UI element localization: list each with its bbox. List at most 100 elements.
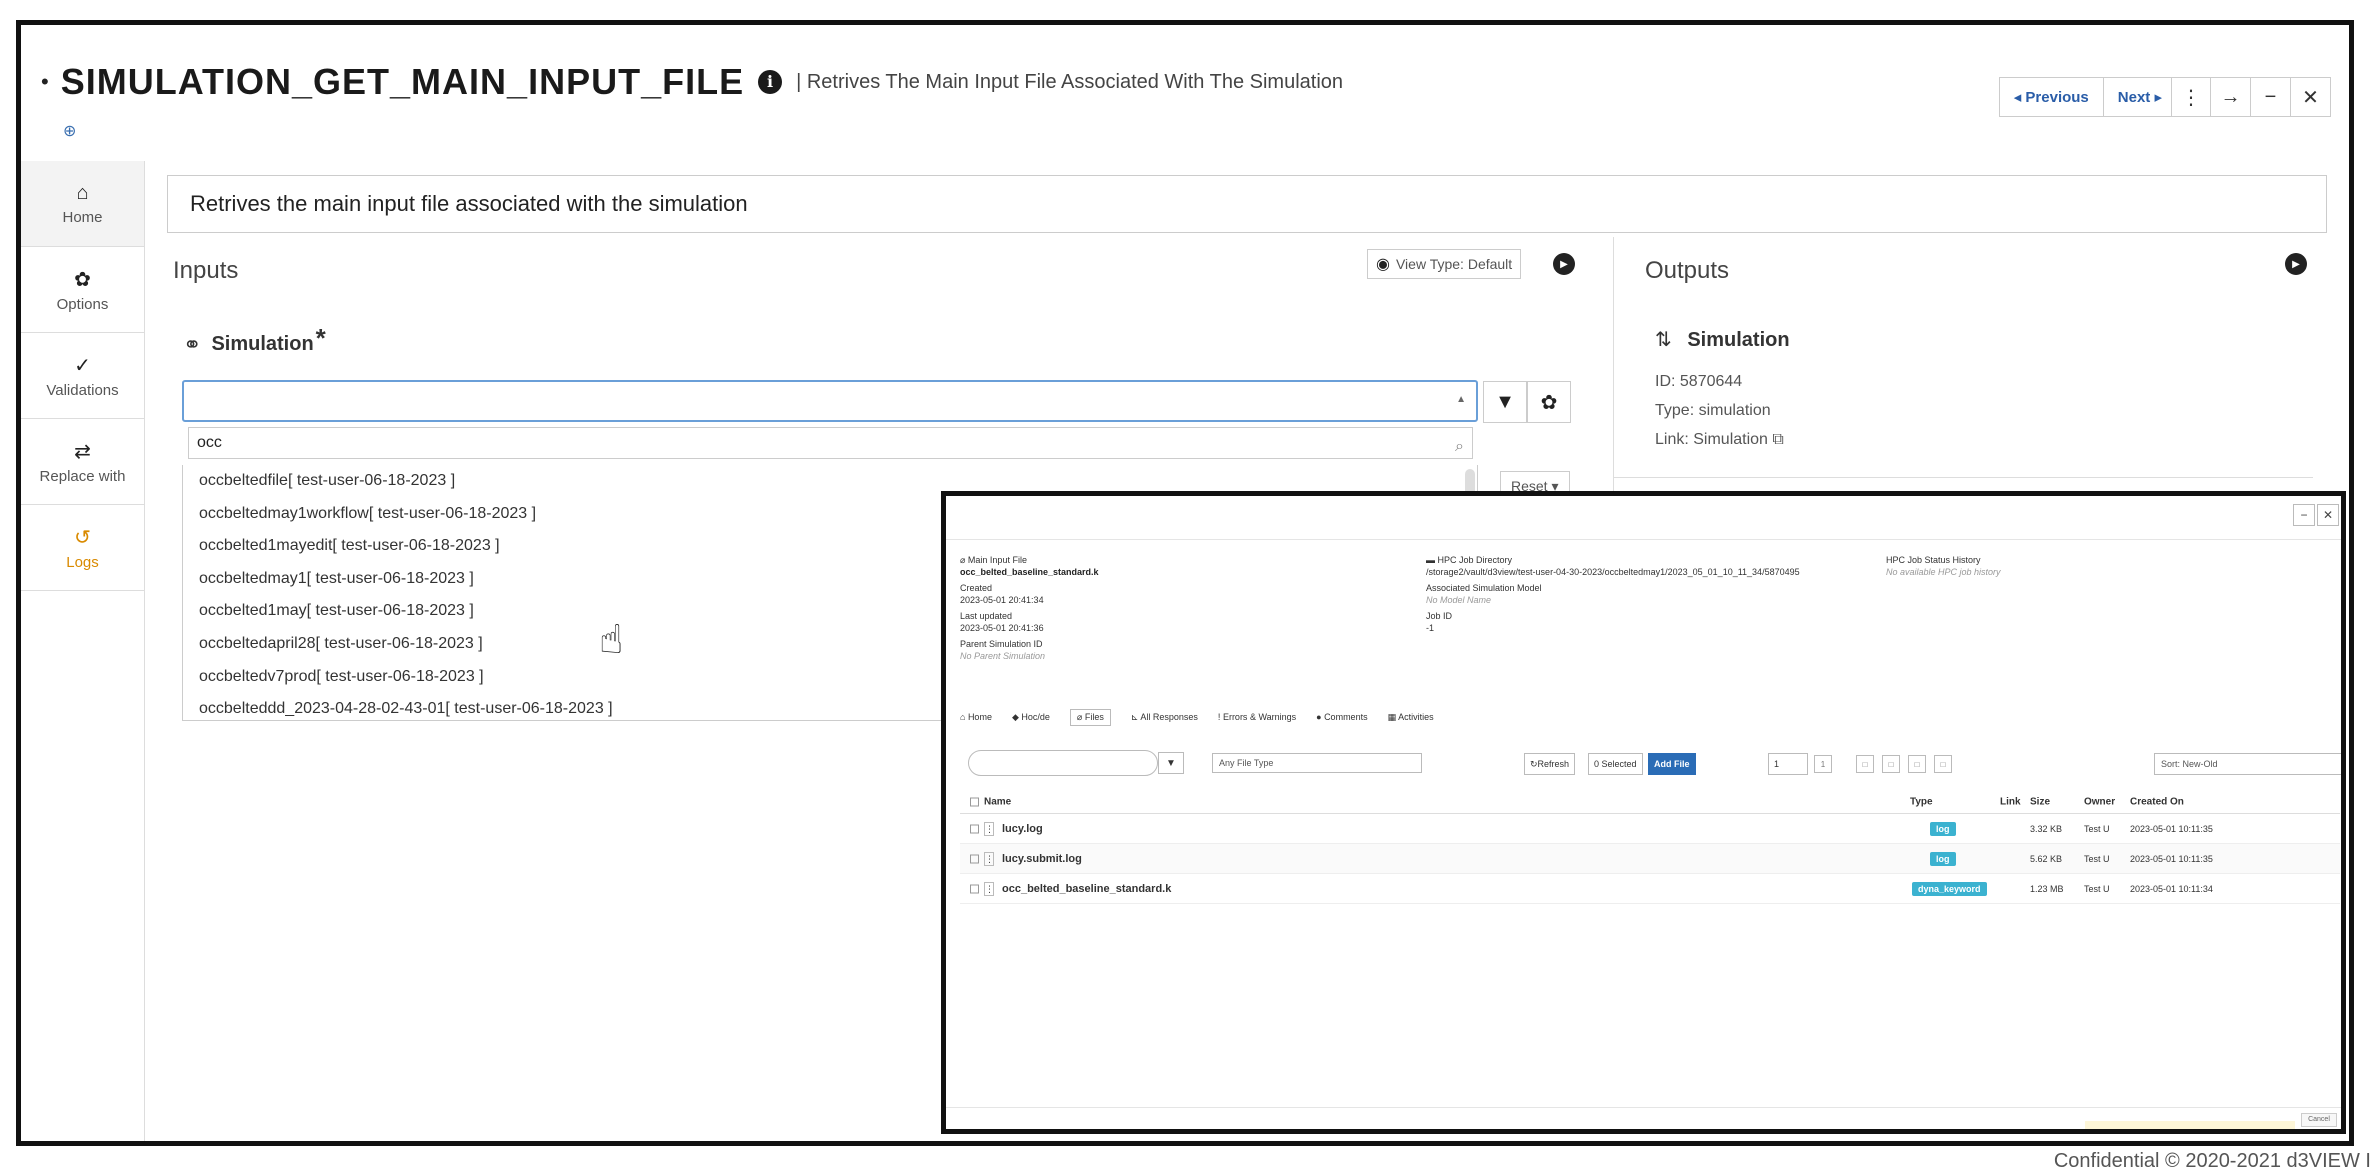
row-checkbox[interactable] [970, 854, 979, 863]
page-number-input[interactable]: 1 [1768, 753, 1808, 775]
paperclip-icon: ⌀ [960, 555, 968, 565]
jobid-label: Job ID [1426, 611, 1453, 621]
view-mode-icon[interactable]: □ [1934, 755, 1952, 773]
col-type[interactable]: Type [1910, 796, 1933, 807]
files-search-input[interactable] [968, 750, 1158, 776]
play-icon[interactable]: ▶ [1553, 253, 1575, 275]
simulation-search-input[interactable]: occ ⌕ [188, 427, 1473, 459]
arrow-right-icon[interactable]: → [2211, 77, 2251, 117]
select-all-checkbox[interactable] [970, 797, 979, 806]
table-row[interactable]: ⋮ lucy.submit.log log 5.62 KB Test U 202… [960, 844, 2340, 874]
pager: ◂ Previous Next ▸ [1998, 77, 2177, 117]
assoc-label: Associated Simulation Model [1426, 583, 1542, 593]
main-input-meta: ⌀ Main Input File occ_belted_baseline_st… [960, 554, 1099, 662]
file-name[interactable]: lucy.submit.log [1002, 853, 1082, 865]
sidebar-item-logs[interactable]: ↺ Logs [21, 505, 144, 591]
created-value: 2023-05-01 20:41:34 [960, 595, 1044, 605]
link-icon: ⚭ [183, 331, 202, 357]
file-created: 2023-05-01 10:11:35 [2130, 823, 2213, 834]
description-bar: Retrives the main input file associated … [167, 175, 2327, 233]
sidebar-item-label: Validations [46, 381, 119, 399]
search-dropdown-button[interactable]: ▼ [1158, 752, 1184, 774]
col-link[interactable]: Link [2000, 796, 2021, 807]
updated-label: Last updated [960, 611, 1013, 621]
file-size: 5.62 KB [2030, 853, 2063, 864]
tab-all-responses[interactable]: ⊾ All Responses [1131, 712, 1198, 726]
tab-hocde[interactable]: ◆ Hoc/de [1012, 712, 1050, 726]
view-type-button[interactable]: ◉ View Type: Default [1367, 249, 1522, 279]
selected-count-button[interactable]: 0 Selected [1588, 753, 1643, 775]
tab-label: Activities [1398, 712, 1434, 722]
tab-home[interactable]: ⌂ Home [960, 712, 992, 726]
add-file-button[interactable]: Add File [1648, 753, 1696, 775]
version-icon[interactable]: ⊕ [63, 121, 76, 141]
files-toolbar: ▼ Any File Type ↻ Refresh 0 Selected Add… [968, 750, 2341, 776]
tag-icon: ◆ [1011, 712, 1022, 722]
refresh-icon: ↻ [1530, 758, 1538, 769]
view-mode-icon[interactable]: □ [1908, 755, 1926, 773]
filter-icon: ▼ [1495, 390, 1515, 413]
minimize-icon[interactable]: − [2251, 77, 2291, 117]
notice-strip [2085, 1121, 2295, 1129]
file-owner: Test U [2084, 823, 2110, 834]
col-name[interactable]: Name [984, 796, 1011, 807]
simulation-select[interactable]: ▲ [182, 380, 1478, 422]
col-size[interactable]: Size [2030, 796, 2050, 807]
col-owner[interactable]: Owner [2084, 796, 2115, 807]
gear-icon: ✿ [74, 268, 91, 291]
check-icon: ✓ [74, 354, 91, 377]
previous-button[interactable]: ◂ Previous [1998, 77, 2104, 117]
tab-comments[interactable]: ● Comments [1316, 712, 1367, 726]
chart-icon: ⊾ [1130, 712, 1141, 722]
sidebar: ⌂ Home ✿ Options ✓ Validations ⇄ Replace… [21, 161, 145, 1141]
row-menu-icon[interactable]: ⋮ [984, 851, 994, 866]
home-icon: ⌂ [960, 712, 968, 722]
tab-label: Home [967, 712, 992, 722]
file-type-badge: log [1930, 821, 1956, 836]
filter-button[interactable]: ▼ [1483, 381, 1527, 423]
detail-tabs: ⌂ Home ◆ Hoc/de ⌀ Files ⊾ All Responses … [960, 709, 1454, 726]
tab-activities[interactable]: ▦ Activities [1388, 712, 1434, 726]
settings-button[interactable]: ✿ [1527, 381, 1571, 423]
output-link[interactable]: Link: Simulation ⧉ [1655, 431, 1784, 449]
col-created-on[interactable]: Created On [2130, 796, 2184, 807]
sidebar-item-validations[interactable]: ✓ Validations [21, 333, 144, 419]
created-label: Created [960, 583, 993, 593]
next-button[interactable]: Next ▸ [2103, 77, 2177, 117]
close-icon[interactable]: ✕ [2317, 504, 2339, 526]
sidebar-item-replace-with[interactable]: ⇄ Replace with [21, 419, 144, 505]
sort-select[interactable]: Sort: New-Old [2154, 753, 2341, 775]
sidebar-item-label: Home [62, 208, 103, 226]
sort-arrows-icon: ⇅ [1655, 329, 1672, 351]
hpc-meta: ▬ HPC Job Directory /storage2/vault/d3vi… [1426, 554, 1800, 634]
row-menu-icon[interactable]: ⋮ [984, 881, 994, 896]
info-icon[interactable]: i [758, 70, 783, 94]
file-name[interactable]: lucy.log [1002, 823, 1043, 835]
table-row[interactable]: ⋮ occ_belted_baseline_standard.k dyna_ke… [960, 874, 2340, 904]
file-type-badge: dyna_keyword [1912, 881, 1987, 896]
row-checkbox[interactable] [970, 824, 979, 833]
row-checkbox[interactable] [970, 884, 979, 893]
view-mode-icon[interactable]: □ [1882, 755, 1900, 773]
tab-errors-warnings[interactable]: ! Errors & Warnings [1218, 712, 1296, 726]
minimize-icon[interactable]: − [2293, 504, 2315, 526]
page-go-icon[interactable]: 1 [1814, 755, 1832, 773]
sidebar-item-home[interactable]: ⌂ Home [21, 161, 144, 247]
close-icon[interactable]: ✕ [2291, 77, 2331, 117]
file-type-select[interactable]: Any File Type [1212, 753, 1422, 773]
refresh-button[interactable]: ↻ Refresh [1524, 753, 1576, 775]
parent-value: No Parent Simulation [960, 651, 1046, 661]
sidebar-item-label: Options [56, 295, 109, 313]
file-name[interactable]: occ_belted_baseline_standard.k [1002, 883, 1171, 895]
view-mode-icon[interactable]: □ [1856, 755, 1874, 773]
row-menu-icon[interactable]: ⋮ [984, 821, 994, 836]
sidebar-item-options[interactable]: ✿ Options [21, 247, 144, 333]
table-row[interactable]: ⋮ lucy.log log 3.32 KB Test U 2023-05-01… [960, 814, 2340, 844]
more-vertical-icon[interactable]: ⋮ [2171, 77, 2211, 117]
cancel-button[interactable]: Cancel [2301, 1113, 2337, 1127]
file-type-badge: log [1930, 851, 1956, 866]
play-icon[interactable]: ▶ [2285, 253, 2307, 275]
main-input-value[interactable]: occ_belted_baseline_standard.k [960, 566, 1099, 578]
file-created: 2023-05-01 10:11:34 [2130, 883, 2213, 894]
tab-files[interactable]: ⌀ Files [1069, 709, 1111, 726]
